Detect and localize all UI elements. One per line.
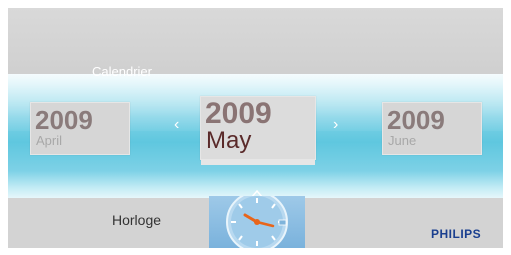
clock-icon	[226, 196, 288, 248]
clock-tile[interactable]	[209, 196, 305, 248]
month-card-month: May	[206, 127, 252, 154]
month-card-current[interactable]: 2009 May	[200, 96, 316, 165]
month-card-month: June	[388, 133, 417, 148]
previous-arrow-icon[interactable]: ‹	[174, 116, 179, 134]
section-title: Calendrier	[92, 64, 152, 79]
top-band	[8, 8, 503, 78]
next-arrow-icon[interactable]: ›	[333, 116, 338, 134]
month-card-year: 2009	[205, 97, 272, 130]
month-card-prev[interactable]: 2009 April	[30, 102, 130, 155]
month-card-year: 2009	[35, 105, 93, 135]
selection-underline	[201, 160, 315, 165]
month-card-year: 2009	[387, 105, 445, 135]
month-card-next[interactable]: 2009 June	[382, 102, 482, 155]
clock-menu-label[interactable]: Horloge	[112, 212, 161, 228]
month-card-month: April	[36, 133, 63, 148]
brand-logo: PHILIPS	[431, 227, 482, 241]
